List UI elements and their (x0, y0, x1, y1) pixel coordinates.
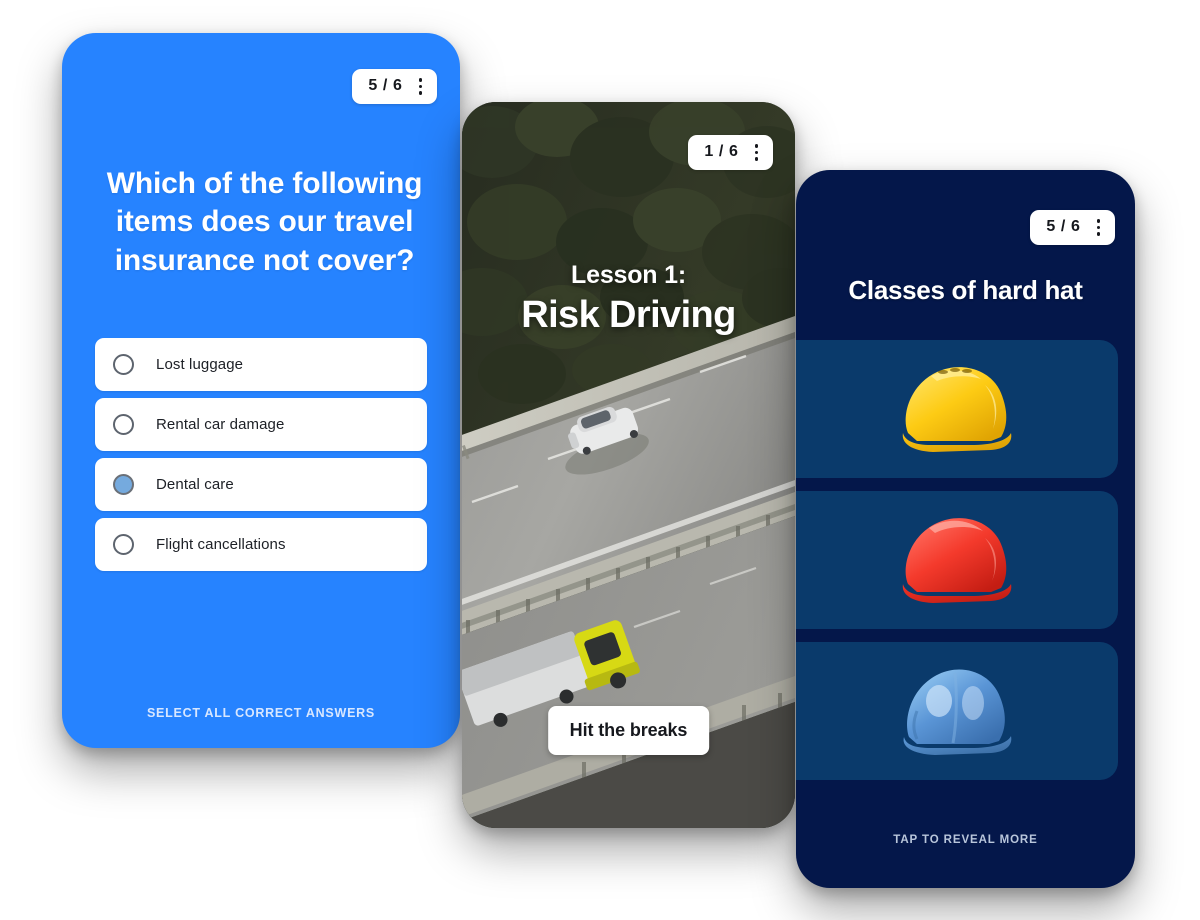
quiz-option-label: Flight cancellations (156, 536, 286, 553)
progress-badge[interactable]: 5 / 6 (1030, 210, 1115, 245)
quiz-question: Which of the following items does our tr… (106, 167, 423, 277)
progress-badge[interactable]: 5 / 6 (352, 69, 437, 104)
hard-hat-icon (902, 367, 1012, 452)
kebab-menu-icon[interactable] (753, 143, 761, 162)
progress-count: 5 / 6 (1046, 218, 1081, 236)
hard-hat-panel-yellow[interactable] (796, 340, 1118, 478)
hard-hat-title: Classes of hard hat (848, 275, 1083, 305)
quiz-footer-hint: SELECT ALL CORRECT ANSWERS (146, 706, 376, 720)
progress-count: 1 / 6 (704, 143, 739, 161)
radio-icon[interactable] (113, 534, 134, 555)
kebab-menu-icon[interactable] (417, 77, 425, 96)
lesson-title: Risk Driving (521, 294, 736, 336)
hard-hat-panel-red[interactable] (796, 491, 1118, 629)
card-stack: 5 / 6 Which of the following items does … (0, 0, 1200, 920)
quiz-options-list: Lost luggage Rental car damage Dental ca… (95, 338, 427, 578)
hard-hat-panel-list (796, 340, 1118, 793)
hard-hat-footer-hint: TAP TO REVEAL MORE (893, 834, 1038, 846)
radio-icon[interactable] (113, 354, 134, 375)
quiz-option-1[interactable]: Lost luggage (95, 338, 427, 391)
quiz-option-label: Lost luggage (156, 356, 244, 373)
quiz-option-label: Rental car damage (156, 416, 285, 433)
hard-hat-panel-blue[interactable] (796, 642, 1118, 780)
quiz-option-2[interactable]: Rental car damage (95, 398, 427, 451)
hard-hat-icon (902, 518, 1012, 603)
hard-hat-icon (903, 669, 1012, 755)
lesson-eyebrow: Lesson 1: (571, 261, 686, 289)
lesson-heading-group: Lesson 1: Risk Driving (462, 260, 795, 339)
kebab-menu-icon[interactable] (1095, 218, 1103, 237)
progress-count: 5 / 6 (368, 77, 403, 95)
radio-icon[interactable] (113, 414, 134, 435)
lesson-card[interactable]: 1 / 6 Lesson 1: Risk Driving Hit the bre… (462, 102, 795, 828)
radio-checked-icon[interactable] (113, 474, 134, 495)
hit-the-breaks-button[interactable]: Hit the breaks (547, 706, 710, 755)
quiz-option-3[interactable]: Dental care (95, 458, 427, 511)
progress-badge[interactable]: 1 / 6 (688, 135, 773, 170)
quiz-card[interactable]: 5 / 6 Which of the following items does … (62, 33, 460, 748)
quiz-option-4[interactable]: Flight cancellations (95, 518, 427, 571)
quiz-option-label: Dental care (156, 476, 234, 493)
hard-hat-card[interactable]: 5 / 6 Classes of hard hat TAP TO REVEAL … (796, 170, 1135, 888)
